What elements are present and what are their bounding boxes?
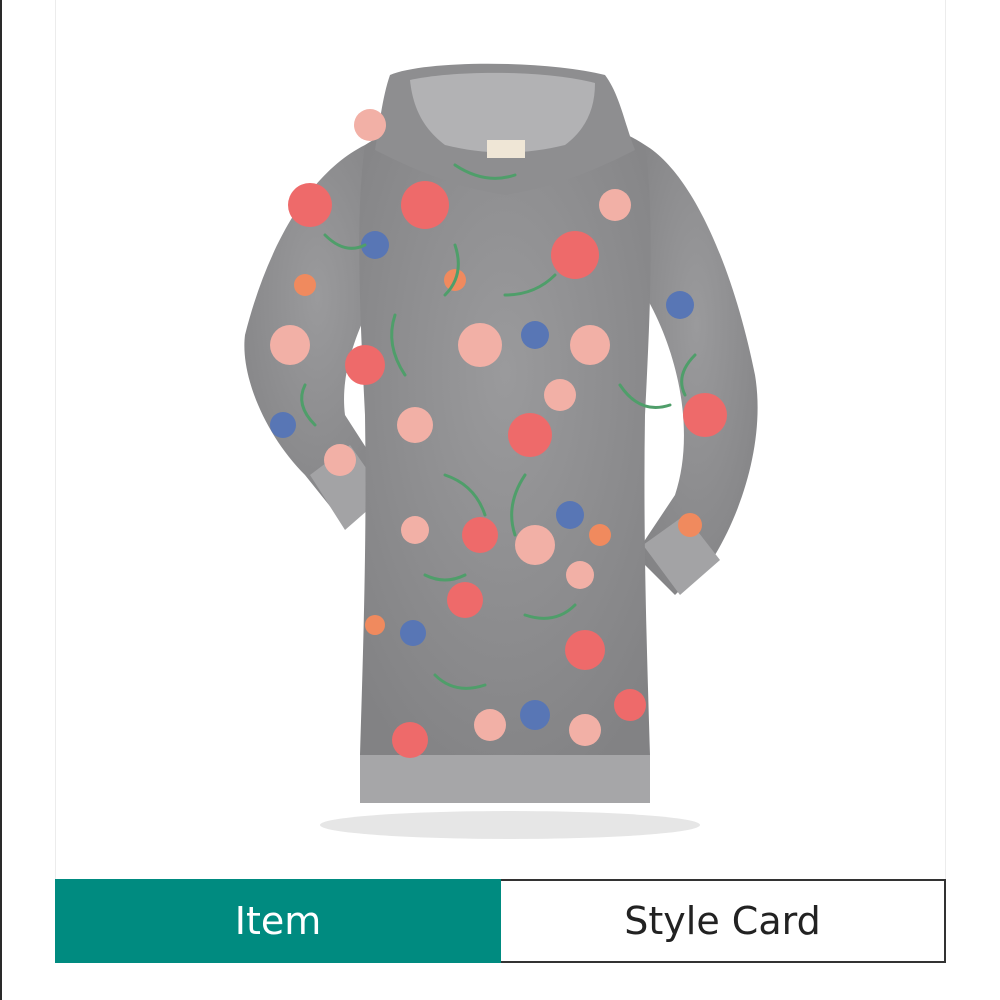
brand-label — [487, 140, 525, 158]
product-image — [225, 55, 785, 855]
tab-style-card[interactable]: Style Card — [501, 879, 946, 963]
card-edge-left — [55, 0, 56, 880]
left-border — [0, 0, 2, 1000]
view-tabs: Item Style Card — [55, 879, 946, 963]
hoodie-dress-illustration — [244, 63, 758, 839]
hem-band — [360, 755, 650, 803]
product-card: Item Style Card — [0, 0, 1000, 1000]
card-edge-right — [945, 0, 946, 880]
drop-shadow — [320, 811, 700, 839]
tab-item[interactable]: Item — [55, 879, 501, 963]
